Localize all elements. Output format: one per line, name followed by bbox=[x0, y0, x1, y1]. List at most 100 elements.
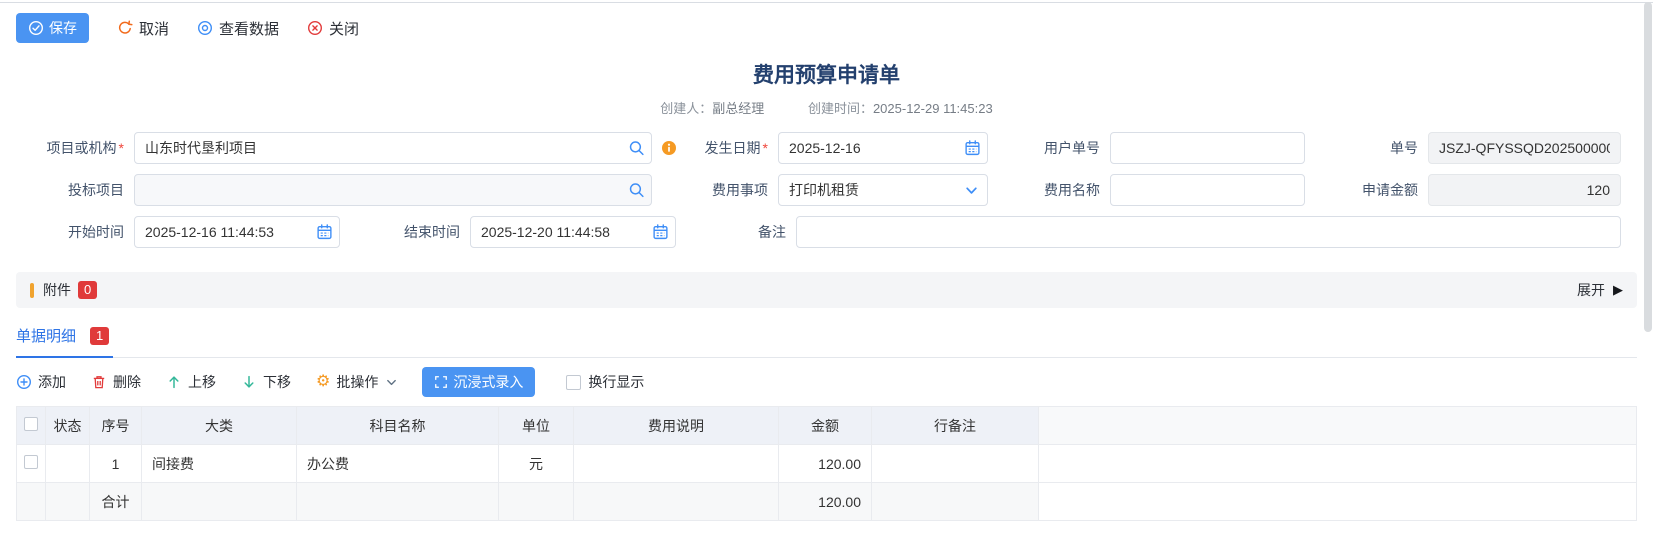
close-button[interactable]: 关闭 bbox=[307, 18, 359, 39]
end-time-input[interactable] bbox=[470, 216, 676, 248]
doc-no-input bbox=[1428, 132, 1621, 164]
info-icon[interactable] bbox=[661, 140, 677, 156]
close-circle-icon bbox=[307, 20, 323, 36]
expense-name-input[interactable] bbox=[1110, 174, 1305, 206]
chevron-down-icon bbox=[386, 377, 397, 388]
table-row[interactable]: 1 间接费 办公费 元 120.00 bbox=[17, 445, 1637, 483]
top-toolbar: 保存 取消 查看数据 关闭 bbox=[0, 3, 1653, 51]
save-label: 保存 bbox=[49, 18, 77, 38]
detail-toolbar: 添加 删除 上移 下移 ⚙ 批操作 沉浸式录入 换行显示 bbox=[16, 367, 1637, 397]
cell-row-remark[interactable] bbox=[872, 445, 1039, 483]
expense-name-label: 费用名称 bbox=[988, 180, 1110, 200]
detail-table: 状态 序号 大类 科目名称 单位 费用说明 金额 行备注 1 间接费 办公费 元… bbox=[16, 406, 1637, 521]
view-data-button[interactable]: 查看数据 bbox=[197, 18, 279, 39]
end-time-field-wrap bbox=[470, 216, 676, 248]
col-subject: 科目名称 bbox=[297, 407, 499, 445]
undo-icon bbox=[117, 20, 133, 36]
project-label: 项目或机构 bbox=[16, 138, 134, 158]
save-button[interactable]: 保存 bbox=[16, 13, 89, 43]
col-amount: 金额 bbox=[779, 407, 872, 445]
bid-project-input[interactable] bbox=[134, 174, 652, 206]
trash-icon bbox=[91, 374, 107, 390]
total-filler bbox=[1039, 483, 1637, 521]
expense-item-value: 打印机租赁 bbox=[789, 180, 859, 200]
col-description: 费用说明 bbox=[574, 407, 779, 445]
attachments-bar[interactable]: 附件 0 展开 ▶ bbox=[16, 272, 1637, 308]
project-input[interactable] bbox=[134, 132, 652, 164]
tab-detail[interactable]: 单据明细 1 bbox=[16, 325, 113, 358]
calendar-icon[interactable] bbox=[316, 224, 333, 241]
cancel-button[interactable]: 取消 bbox=[117, 18, 169, 39]
wrap-display-checkbox[interactable] bbox=[566, 375, 581, 390]
plus-circle-icon bbox=[16, 374, 32, 390]
start-time-input[interactable] bbox=[134, 216, 340, 248]
expense-item-select[interactable]: 打印机租赁 bbox=[778, 174, 988, 206]
cancel-label: 取消 bbox=[139, 18, 169, 39]
cell-status bbox=[46, 445, 90, 483]
attachments-count-badge: 0 bbox=[78, 281, 97, 299]
eye-icon bbox=[197, 20, 213, 36]
doc-no-field-wrap bbox=[1428, 132, 1621, 164]
calendar-icon[interactable] bbox=[964, 140, 981, 157]
arrow-down-icon bbox=[241, 374, 257, 390]
form-area: 项目或机构 发生日期 用户单号 单号 投标项目 bbox=[16, 132, 1653, 248]
immersive-entry-label: 沉浸式录入 bbox=[453, 372, 523, 392]
table-header-row: 状态 序号 大类 科目名称 单位 费用说明 金额 行备注 bbox=[17, 407, 1637, 445]
cell-amount[interactable]: 120.00 bbox=[779, 445, 872, 483]
cell-category[interactable]: 间接费 bbox=[142, 445, 297, 483]
fullscreen-icon bbox=[434, 375, 448, 389]
wrap-display-option[interactable]: 换行显示 bbox=[566, 372, 644, 392]
remark-input[interactable] bbox=[796, 216, 1621, 248]
add-row-button[interactable]: 添加 bbox=[16, 372, 66, 392]
move-down-button[interactable]: 下移 bbox=[241, 372, 291, 392]
expense-item-field-wrap: 打印机租赁 bbox=[778, 174, 988, 206]
col-filler bbox=[1039, 407, 1637, 445]
section-marker bbox=[30, 283, 34, 298]
occur-date-field-wrap bbox=[778, 132, 988, 164]
cell-subject[interactable]: 办公费 bbox=[297, 445, 499, 483]
total-label: 合计 bbox=[90, 483, 142, 521]
search-icon[interactable] bbox=[628, 182, 645, 199]
bid-project-label: 投标项目 bbox=[16, 180, 134, 200]
user-no-label: 用户单号 bbox=[988, 138, 1110, 158]
vertical-scrollbar[interactable] bbox=[1644, 2, 1652, 332]
cell-seq: 1 bbox=[90, 445, 142, 483]
expense-name-field-wrap bbox=[1110, 174, 1305, 206]
page-title: 费用预算申请单 bbox=[0, 59, 1653, 89]
end-time-label: 结束时间 bbox=[340, 222, 470, 242]
cell-unit[interactable]: 元 bbox=[499, 445, 574, 483]
attachments-title: 附件 bbox=[43, 280, 71, 300]
wrap-display-label: 换行显示 bbox=[588, 372, 644, 392]
delete-row-label: 删除 bbox=[113, 372, 141, 392]
search-icon[interactable] bbox=[628, 140, 645, 157]
immersive-entry-button[interactable]: 沉浸式录入 bbox=[422, 367, 535, 397]
doc-no-label: 单号 bbox=[1305, 138, 1428, 158]
move-up-label: 上移 bbox=[188, 372, 216, 392]
batch-actions-button[interactable]: ⚙ 批操作 bbox=[316, 372, 397, 392]
cell-description[interactable] bbox=[574, 445, 779, 483]
user-no-input[interactable] bbox=[1110, 132, 1305, 164]
created-time-value: 2025-12-29 11:45:23 bbox=[873, 101, 993, 116]
remark-field-wrap bbox=[796, 216, 1621, 248]
delete-row-button[interactable]: 删除 bbox=[91, 372, 141, 392]
tab-detail-badge: 1 bbox=[90, 327, 109, 345]
occur-date-input[interactable] bbox=[778, 132, 988, 164]
check-circle-icon bbox=[28, 20, 44, 36]
arrow-up-icon bbox=[166, 374, 182, 390]
col-row-remark: 行备注 bbox=[872, 407, 1039, 445]
remark-label: 备注 bbox=[676, 222, 796, 242]
row-checkbox[interactable] bbox=[24, 455, 38, 469]
expand-label: 展开 bbox=[1577, 280, 1605, 300]
start-time-label: 开始时间 bbox=[16, 222, 134, 242]
batch-actions-label: 批操作 bbox=[336, 372, 378, 392]
calendar-icon[interactable] bbox=[652, 224, 669, 241]
expand-button[interactable]: 展开 ▶ bbox=[1577, 280, 1623, 300]
select-all-checkbox[interactable] bbox=[24, 417, 38, 431]
col-status: 状态 bbox=[46, 407, 90, 445]
project-field-wrap bbox=[134, 132, 652, 164]
created-label: 创建时间： bbox=[808, 101, 873, 116]
move-up-button[interactable]: 上移 bbox=[166, 372, 216, 392]
add-row-label: 添加 bbox=[38, 372, 66, 392]
col-unit: 单位 bbox=[499, 407, 574, 445]
detail-tabs: 单据明细 1 bbox=[16, 325, 1637, 358]
